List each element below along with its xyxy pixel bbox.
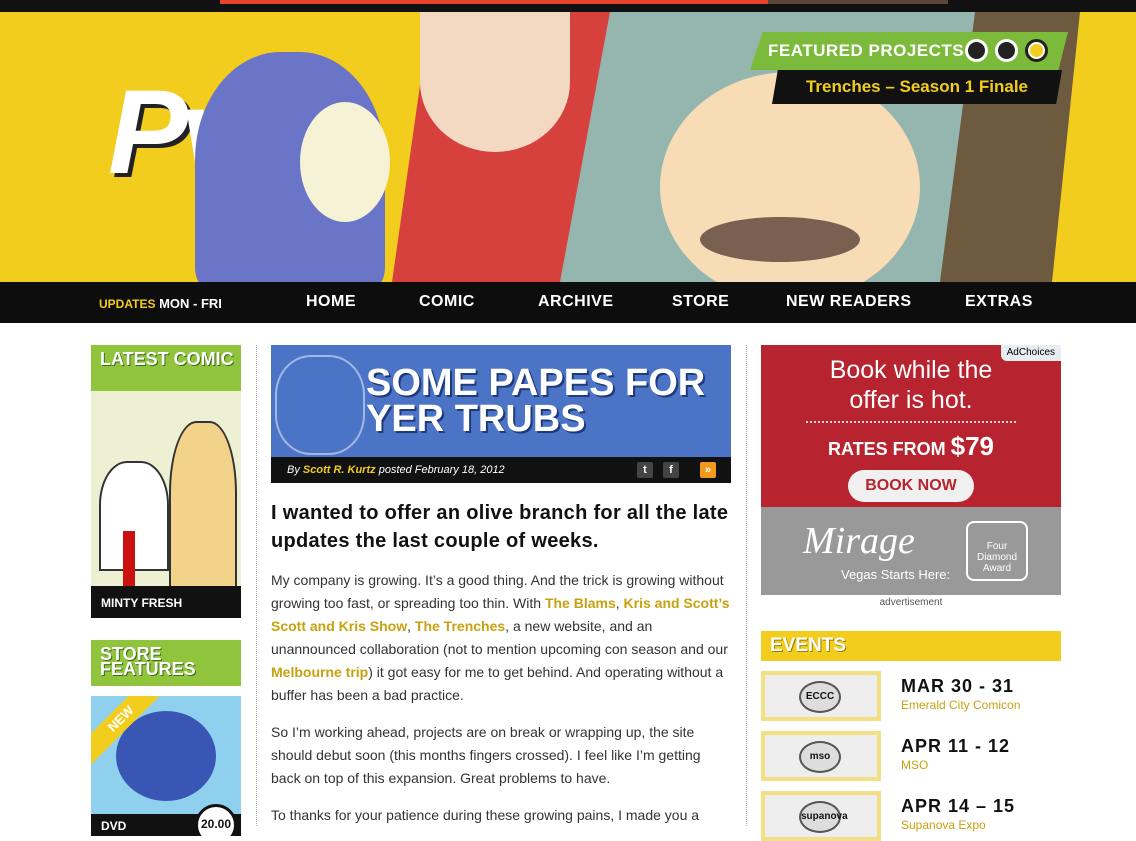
event-date: MAR 30 - 31: [901, 676, 1015, 696]
post-paragraph-1: My company is growing. It’s a good thing…: [271, 569, 731, 707]
event-logo: mso: [799, 741, 841, 773]
post-byline: By Scott R. Kurtz posted February 18, 20…: [271, 457, 731, 483]
aaa-award-badge: Four Diamond Award: [966, 521, 1028, 581]
event-item[interactable]: mso APR 11 - 12 MSO: [761, 731, 1061, 781]
book-now-button[interactable]: BOOK NOW: [848, 470, 974, 502]
blog-post: SOME PAPES FOR YER TRUBS By Scott R. Kur…: [271, 345, 731, 827]
link-the-blams[interactable]: The Blams: [545, 595, 616, 611]
post-banner-character: [275, 355, 365, 455]
advertisement[interactable]: Book while the offer is hot. RATES FROM …: [761, 345, 1061, 595]
price-badge: 20.00: [195, 804, 237, 836]
updates-label: UPDATES: [99, 297, 156, 311]
store-features-heading: STORE FEATURES: [91, 640, 241, 686]
events-heading: EVENTS: [761, 631, 1061, 661]
nav-archive[interactable]: ARCHIVE: [538, 293, 614, 311]
banner-mustache: [700, 217, 860, 262]
post-paragraph-2: So I’m working ahead, projects are on br…: [271, 724, 701, 786]
post-headline: I wanted to offer an olive branch for al…: [271, 502, 729, 552]
nav-store[interactable]: STORE: [672, 293, 729, 311]
ad-price: $79: [950, 431, 995, 461]
ad-rates-label: RATES FROM: [827, 439, 946, 459]
banner-character-girl: [420, 12, 570, 152]
featured-pager: [965, 39, 1048, 62]
ad-bottom: Mirage Vegas Starts Here: Four Diamond A…: [761, 507, 1061, 595]
nav-new-readers[interactable]: NEW READERS: [786, 293, 912, 311]
event-logo: ECCC: [799, 681, 841, 713]
event-date: APR 11 - 12: [901, 736, 1011, 756]
ad-line-2: offer is hot.: [849, 386, 973, 414]
featured-dot-1[interactable]: [965, 39, 988, 62]
event-thumbnail[interactable]: supanova: [761, 791, 881, 841]
ad-rates: RATES FROM $79: [761, 431, 1061, 462]
update-schedule: UPDATES MON - FRI: [99, 296, 222, 311]
divider-right: [746, 345, 747, 826]
banner-character-blond: [300, 102, 390, 222]
adchoices-icon[interactable]: AdChoices: [1000, 345, 1061, 361]
latest-comic-title[interactable]: MINTY FRESH: [91, 586, 241, 618]
byline-prefix: By: [287, 464, 300, 476]
event-thumbnail[interactable]: mso: [761, 731, 881, 781]
post-title[interactable]: SOME PAPES FOR YER TRUBS: [366, 364, 731, 438]
comic-character-right: [169, 421, 237, 586]
left-sidebar: LATEST COMIC MINTY FRESH STORE FEATURES …: [91, 345, 241, 836]
featured-project-link[interactable]: Trenches – Season 1 Finale: [772, 70, 1062, 104]
top-ad-strip: [0, 0, 1136, 12]
mirage-logo: Mirage: [803, 520, 915, 562]
top-ad-banner-2[interactable]: [768, 0, 948, 4]
header-banner: PvP FEATURED PROJECTS Trenches – Season …: [0, 12, 1136, 282]
event-name[interactable]: MSO: [901, 758, 928, 772]
twitter-icon[interactable]: t: [637, 462, 653, 478]
top-ad-banner[interactable]: [220, 0, 768, 4]
nav-comic[interactable]: COMIC: [419, 293, 475, 311]
divider-left: [256, 345, 257, 826]
nav-home[interactable]: HOME: [306, 293, 356, 311]
right-sidebar: Book while the offer is hot. RATES FROM …: [761, 345, 1061, 841]
event-logo: supanova: [799, 801, 848, 833]
latest-comic-heading: LATEST COMIC: [91, 345, 241, 391]
ad-top: Book while the offer is hot. RATES FROM …: [761, 345, 1061, 507]
rss-icon[interactable]: »: [700, 462, 716, 478]
post-banner: SOME PAPES FOR YER TRUBS: [271, 345, 731, 457]
event-item[interactable]: ECCC MAR 30 - 31 Emerald City Comicon: [761, 671, 1061, 721]
author-link[interactable]: Scott R. Kurtz: [303, 464, 376, 476]
post-body: My company is growing. It’s a good thing…: [271, 569, 731, 827]
post-paragraph-3: To thanks for your patience during these…: [271, 807, 700, 823]
event-thumbnail[interactable]: ECCC: [761, 671, 881, 721]
text: ,: [615, 595, 624, 611]
store-feature-item[interactable]: NEW DVD 20.00: [91, 696, 241, 836]
featured-dot-2[interactable]: [995, 39, 1018, 62]
text: ,: [407, 618, 415, 634]
link-the-trenches[interactable]: The Trenches: [415, 618, 505, 634]
updates-days: MON - FRI: [159, 296, 222, 311]
latest-comic-thumbnail[interactable]: [91, 391, 241, 586]
link-melbourne-trip[interactable]: Melbourne trip: [271, 664, 368, 680]
event-name[interactable]: Emerald City Comicon: [901, 698, 1020, 712]
ad-dotted-rule: [806, 421, 1016, 423]
advertisement-label: advertisement: [879, 597, 943, 608]
main-nav: UPDATES MON - FRI HOME COMIC ARCHIVE STO…: [0, 282, 1136, 323]
featured-dot-3[interactable]: [1025, 39, 1048, 62]
post-date: posted February 18, 2012: [378, 464, 505, 476]
event-date: APR 14 – 15: [901, 796, 1016, 816]
facebook-icon[interactable]: f: [663, 462, 679, 478]
event-name[interactable]: Supanova Expo: [901, 818, 986, 832]
ad-tagline: Vegas Starts Here:: [841, 567, 951, 582]
event-item[interactable]: supanova APR 14 – 15 Supanova Expo: [761, 791, 1061, 841]
comic-tie: [123, 531, 135, 586]
nav-extras[interactable]: EXTRAS: [965, 293, 1033, 311]
